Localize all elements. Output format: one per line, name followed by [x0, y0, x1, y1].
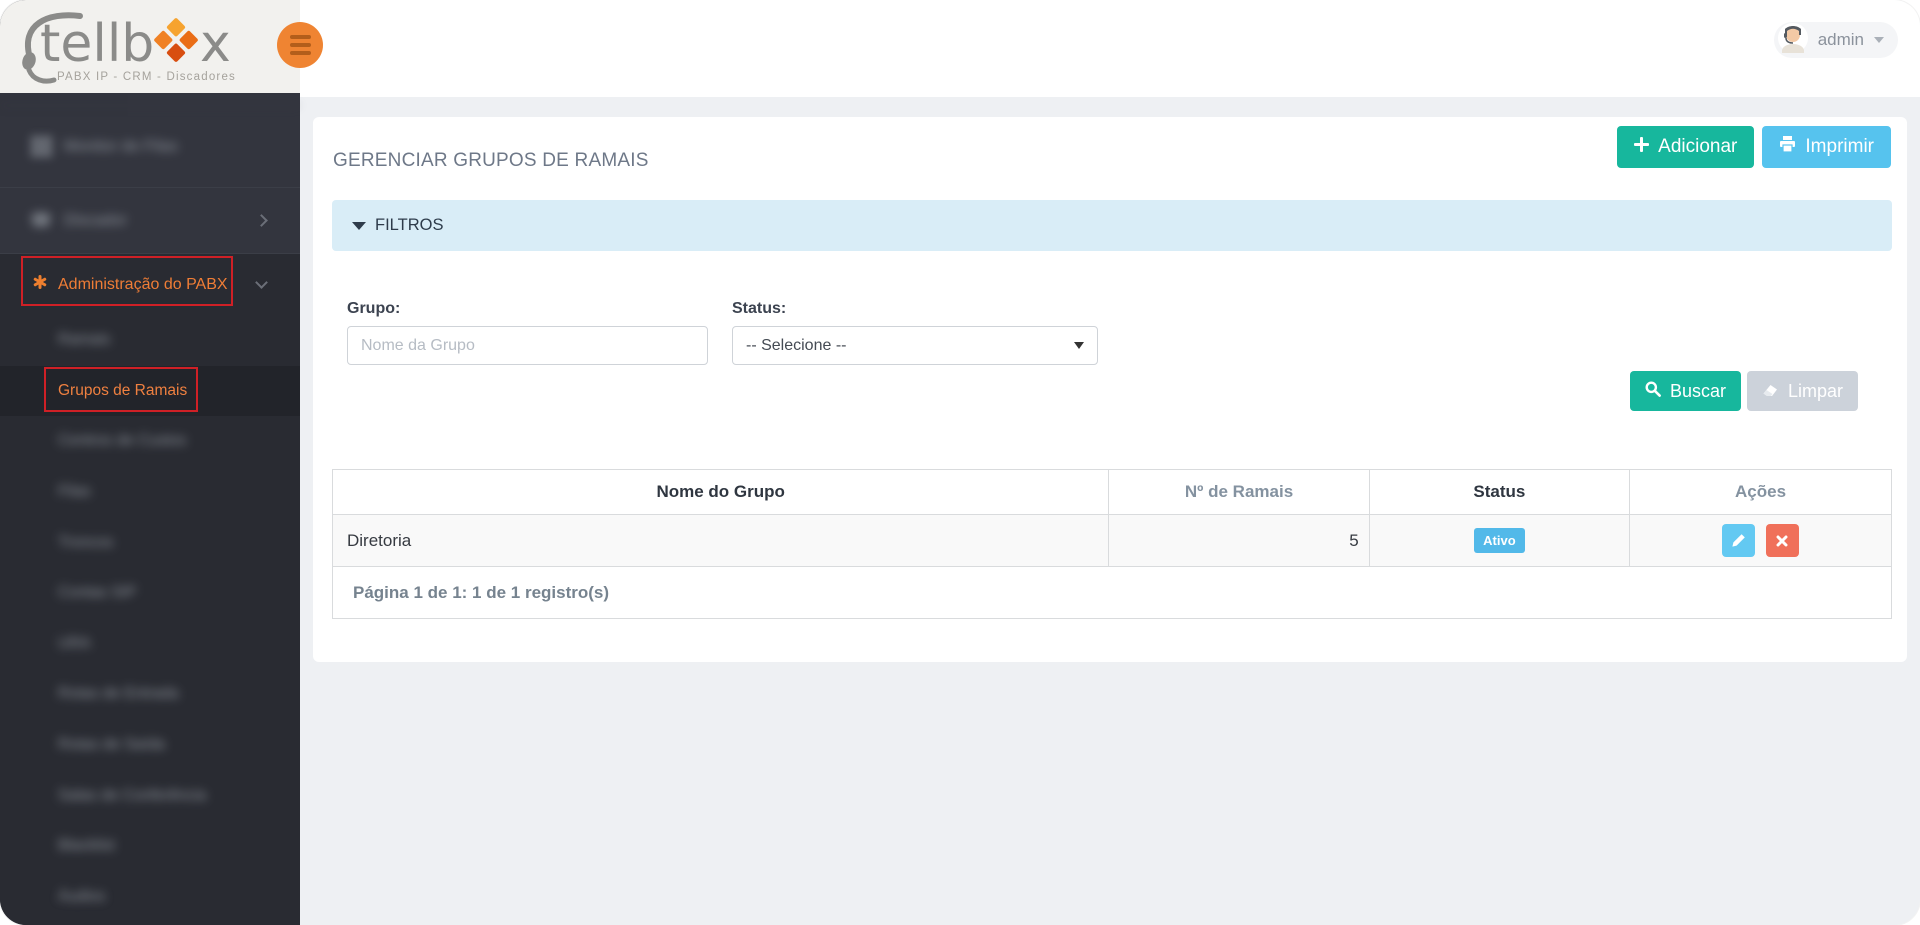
sidebar-item-centros-de-custos[interactable]: Centros de Custos [0, 416, 300, 467]
sidebar-item-filas[interactable]: Filas [0, 467, 300, 518]
sidebar-item-label: Ramais [58, 331, 111, 349]
sidebar-item-label: Centros de Custos [58, 432, 187, 450]
user-menu[interactable]: admin [1773, 22, 1898, 58]
status-badge: Ativo [1474, 528, 1525, 553]
groups-table: Nome do Grupo Nº de Ramais Status Ações … [331, 469, 1892, 619]
sidebar-item-troncos[interactable]: Troncos [0, 517, 300, 568]
menu-toggle-button[interactable] [277, 22, 323, 68]
filters-title: FILTROS [375, 216, 444, 234]
search-button-label: Buscar [1669, 380, 1726, 401]
sidebar-item-label: Filas [58, 483, 91, 501]
sidebar-item-label: Contas SIP [58, 584, 137, 602]
delete-button[interactable] [1765, 524, 1799, 557]
clear-button-label: Limpar [1787, 380, 1843, 401]
edit-button[interactable] [1722, 524, 1756, 557]
sidebar-item-label: Blacklist [58, 837, 115, 855]
cell-group-name: Diretoria [331, 514, 1110, 567]
chevron-down-icon [1874, 37, 1884, 43]
cell-status: Ativo [1368, 514, 1631, 567]
status-select-value: -- Selecione -- [746, 336, 847, 354]
content-card: GERENCIAR GRUPOS DE RAMAIS Adicionar Imp… [313, 117, 1907, 662]
search-button[interactable]: Buscar [1629, 371, 1741, 411]
user-avatar [1777, 22, 1808, 58]
sidebar-item-label: Rotas de Saída [58, 736, 165, 754]
table-row: Diretoria 5 Ativo [331, 514, 1892, 567]
app-window: admin tellb x PABX IP - CRM - Discadores [0, 0, 1920, 925]
table-header-row: Nome do Grupo Nº de Ramais Status Ações [331, 469, 1892, 515]
filters-panel-header[interactable]: FILTROS [332, 200, 1892, 251]
grid-icon [30, 137, 52, 156]
sidebar: tellb x PABX IP - CRM - Discadores Monit… [0, 0, 300, 925]
sidebar-item-salas-de-conferencia[interactable]: Salas de Conferência [0, 770, 300, 821]
chevron-down-icon [255, 276, 268, 289]
caret-down-icon [352, 221, 366, 230]
pencil-icon [1732, 534, 1745, 547]
x-icon [1776, 535, 1788, 546]
sidebar-item-label: Monitor de Filas [64, 137, 178, 155]
eraser-icon [1762, 381, 1779, 402]
tellbox-logo: tellb x PABX IP - CRM - Discadores [22, 12, 236, 84]
sidebar-item-blacklist[interactable]: Blacklist [0, 821, 300, 872]
asterisk-icon [32, 274, 48, 295]
sidebar-item-label: Rotas de Entrada [58, 685, 179, 703]
sidebar-item-label: Áudios [58, 887, 106, 905]
clear-button[interactable]: Limpar [1746, 371, 1858, 411]
sidebar-section-admin-pabx: Administração do PABX Ramais Grupos de R… [0, 253, 300, 925]
sidebar-item-administracao-pabx[interactable]: Administração do PABX [0, 253, 300, 315]
column-header-nome-do-grupo: Nome do Grupo [331, 469, 1110, 515]
plus-icon [1634, 136, 1650, 158]
print-button[interactable]: Imprimir [1762, 126, 1891, 168]
top-bar: admin [300, 0, 1920, 97]
table-footer-row: Página 1 de 1: 1 de 1 registro(s) [332, 566, 1892, 619]
page-title: GERENCIAR GRUPOS DE RAMAIS [333, 150, 649, 171]
sidebar-item-ramais[interactable]: Ramais [0, 315, 300, 366]
status-select[interactable]: -- Selecione -- [732, 326, 1098, 365]
sidebar-item-label: Discador [64, 211, 128, 229]
printer-icon [1779, 136, 1796, 158]
logo-text-main: tellb [40, 14, 154, 74]
sidebar-item-grupos-de-ramais[interactable]: Grupos de Ramais [0, 365, 300, 417]
search-icon [1645, 381, 1661, 402]
sidebar-item-label: Administração do PABX [58, 275, 228, 293]
logo-subtitle: PABX IP - CRM - Discadores [57, 71, 236, 83]
sidebar-item-label: Salas de Conferência [58, 786, 207, 804]
sidebar-item-label: Troncos [58, 533, 114, 551]
sidebar-item-label: URA [58, 634, 91, 652]
sidebar-item-ura[interactable]: URA [0, 619, 300, 670]
column-header-n-de-ramais: Nº de Ramais [1108, 469, 1370, 515]
sidebar-item-rotas-de-saida[interactable]: Rotas de Saída [0, 720, 300, 771]
sidebar-item-monitor-filas[interactable]: Monitor de Filas [0, 105, 300, 187]
chevron-right-icon [255, 214, 268, 227]
pagination-info: Página 1 de 1: 1 de 1 registro(s) [332, 566, 1892, 619]
sidebar-item-audios[interactable]: Áudios [0, 872, 300, 923]
add-button[interactable]: Adicionar [1617, 126, 1755, 168]
logo-area: tellb x PABX IP - CRM - Discadores [0, 0, 300, 93]
logo-text-x: x [200, 14, 231, 74]
column-header-acoes: Ações [1629, 469, 1892, 515]
user-name: admin [1817, 30, 1864, 49]
sidebar-item-discador[interactable]: ☎ Discador [0, 187, 300, 253]
status-field-label: Status: [732, 300, 787, 317]
sidebar-item-label: Grupos de Ramais [58, 381, 188, 399]
column-header-status: Status [1368, 469, 1631, 515]
group-name-input[interactable] [347, 326, 708, 365]
print-button-label: Imprimir [1805, 136, 1874, 157]
logo-diamond-icon [154, 18, 198, 62]
sidebar-item-contas-sip[interactable]: Contas SIP [0, 568, 300, 619]
sidebar-item-rotas-de-entrada[interactable]: Rotas de Entrada [0, 669, 300, 720]
cell-extensions-count: 5 [1108, 514, 1370, 567]
select-arrow-icon [1074, 342, 1084, 349]
cell-actions [1629, 514, 1892, 567]
group-field-label: Grupo: [347, 300, 401, 317]
phone-icon: ☎ [29, 210, 53, 230]
add-button-label: Adicionar [1658, 136, 1738, 157]
